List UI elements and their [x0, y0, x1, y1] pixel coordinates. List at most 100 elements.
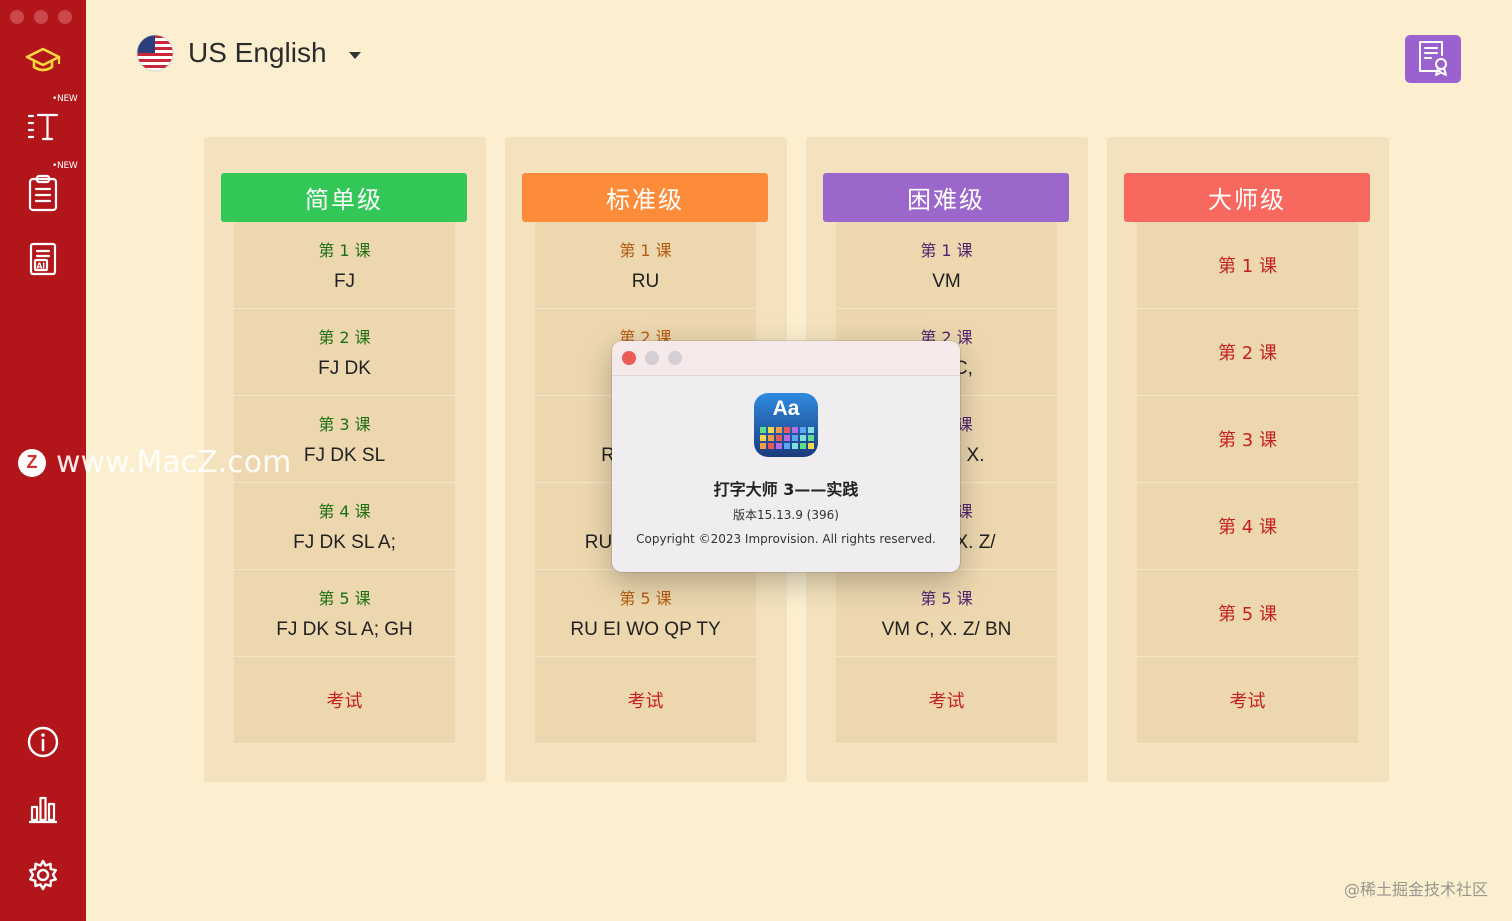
lesson-item[interactable]: 第 5 课 FJ DK SL A; GH	[234, 570, 455, 657]
close-window-button[interactable]	[10, 10, 24, 24]
exam-item[interactable]: 考试	[836, 657, 1057, 744]
exam-item[interactable]: 考试	[1137, 657, 1358, 744]
lesson-title: 考试	[1229, 691, 1266, 712]
lesson-item[interactable]: 第 5 课	[1137, 570, 1358, 657]
key-cap	[768, 443, 774, 449]
exam-item[interactable]: 考试	[535, 657, 756, 744]
graduation-cap-icon	[25, 47, 61, 72]
ai-doc-icon: AI	[29, 242, 57, 276]
tests-nav-button[interactable]	[19, 169, 67, 217]
dialog-minimize-button	[645, 351, 659, 365]
lesson-item[interactable]: 第 3 课	[1137, 396, 1358, 483]
watermark-text: www.MacZ.com	[56, 445, 292, 480]
lesson-keys: VM C, X. Z/ BN	[881, 619, 1012, 640]
app-copyright: Copyright ©2023 Improvision. All rights …	[636, 532, 936, 546]
key-cap	[768, 435, 774, 441]
lesson-keys: FJ DK SL A;	[293, 532, 396, 553]
lesson-item[interactable]: 第 2 课	[1137, 309, 1358, 396]
statistics-nav-button[interactable]	[19, 785, 67, 833]
info-icon	[27, 726, 59, 758]
key-cap	[776, 427, 782, 433]
minimize-window-button[interactable]	[34, 10, 48, 24]
clipboard-icon	[28, 174, 58, 212]
lesson-list: 第 1 课 FJ 第 2 课 FJ DK 第 3 课 FJ DK SL 第 4 课 FJ DK…	[234, 222, 455, 744]
lessons-nav-button[interactable]	[19, 36, 67, 84]
lesson-item[interactable]: 第 4 课 FJ DK SL A;	[234, 483, 455, 570]
key-cap	[800, 427, 806, 433]
key-cap	[784, 427, 790, 433]
key-cap	[776, 443, 782, 449]
lesson-title: 第 5 课	[920, 589, 973, 608]
level-header: 大师级	[1124, 173, 1370, 222]
exam-item[interactable]: 考试	[234, 657, 455, 744]
certificate-button[interactable]	[1405, 35, 1461, 83]
lesson-title: 第 1 课	[920, 241, 973, 260]
level-header: 困难级	[823, 173, 1069, 222]
keyboard-keys-graphic	[760, 427, 814, 449]
lesson-title: 第 5 课	[619, 589, 672, 608]
lesson-title: 考试	[627, 691, 664, 712]
language-selector[interactable]: US English	[136, 33, 361, 73]
lesson-item[interactable]: 第 4 课	[1137, 483, 1358, 570]
key-cap	[784, 443, 790, 449]
lesson-title: 第 1 课	[318, 241, 371, 260]
chevron-down-icon	[348, 51, 361, 59]
dialog-close-button[interactable]	[622, 351, 636, 365]
text-list-icon	[27, 113, 59, 141]
key-cap	[784, 435, 790, 441]
key-cap	[808, 443, 814, 449]
dialog-titlebar	[612, 341, 960, 376]
app-icon-label: Aa	[772, 397, 800, 420]
key-cap	[776, 435, 782, 441]
lesson-title: 第 3 课	[318, 415, 371, 434]
watermark-logo: Z	[18, 448, 46, 477]
lesson-title: 考试	[326, 691, 363, 712]
key-cap	[808, 435, 814, 441]
lesson-title: 第 2 课	[1218, 343, 1277, 364]
app-icon: Aa	[754, 393, 818, 457]
lesson-item[interactable]: 第 5 课 VM C, X. Z/ BN	[836, 570, 1057, 657]
svg-text:AI: AI	[37, 262, 46, 271]
app-name: 打字大师 3——实践	[713, 480, 859, 499]
lesson-keys: VM	[932, 271, 961, 292]
lesson-keys: RU EI WO QP TY	[570, 619, 721, 640]
lesson-item[interactable]: 第 1 课	[1137, 222, 1358, 309]
key-cap	[800, 443, 806, 449]
level-header: 简单级	[221, 173, 467, 222]
key-cap	[808, 427, 814, 433]
lesson-item[interactable]: 第 1 课 RU	[535, 222, 756, 309]
key-cap	[768, 427, 774, 433]
lesson-keys: FJ DK SL A; GH	[276, 619, 413, 640]
lesson-title: 第 1 课	[1218, 256, 1277, 277]
key-cap	[760, 443, 766, 449]
dialog-zoom-button	[668, 351, 682, 365]
app-version: 版本15.13.9 (396)	[733, 508, 839, 522]
lesson-title: 考试	[928, 691, 965, 712]
lesson-item[interactable]: 第 2 课 FJ DK	[234, 309, 455, 396]
watermark: Z www.MacZ.com	[18, 445, 291, 480]
text-practice-nav-button[interactable]	[19, 102, 67, 150]
source-credit: @稀土掘金技术社区	[1343, 880, 1488, 899]
lesson-item[interactable]: 第 5 课 RU EI WO QP TY	[535, 570, 756, 657]
window-controls	[10, 10, 72, 24]
ai-practice-nav-button[interactable]: AI	[19, 235, 67, 283]
lesson-title: 第 5 课	[318, 589, 371, 608]
lesson-item[interactable]: 第 1 课 VM	[836, 222, 1057, 309]
key-cap	[800, 435, 806, 441]
level-column: 大师级第 1 课第 2 课第 3 课第 4 课第 5 课考试	[1107, 137, 1389, 782]
lesson-item[interactable]: 第 1 课 FJ	[234, 222, 455, 309]
about-dialog: Aa 打字大师 3——实践 版本15.13.9 (396) Copyright …	[612, 341, 960, 572]
about-nav-button[interactable]	[19, 718, 67, 766]
lesson-list: 第 1 课第 2 课第 3 课第 4 课第 5 课考试	[1137, 222, 1358, 744]
settings-nav-button[interactable]	[19, 851, 67, 899]
zoom-window-button[interactable]	[58, 10, 72, 24]
us-flag-icon	[136, 34, 174, 72]
lesson-keys: FJ	[333, 271, 356, 292]
certificate-icon	[1419, 41, 1447, 76]
lesson-title: 第 2 课	[318, 328, 371, 347]
lesson-title: 第 3 课	[1218, 430, 1277, 451]
key-cap	[792, 427, 798, 433]
language-label: US English	[188, 37, 327, 68]
lesson-keys: RU	[631, 271, 660, 292]
lesson-keys: FJ DK	[318, 358, 371, 379]
